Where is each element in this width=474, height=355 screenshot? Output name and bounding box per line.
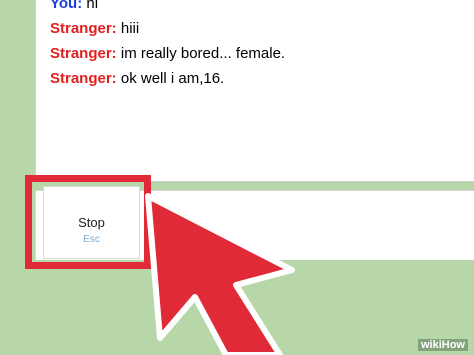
stop-shortcut-hint: Esc (83, 234, 100, 245)
message-speaker: Stranger: (50, 20, 117, 37)
stop-button[interactable]: Stop Esc (43, 186, 140, 259)
message-text: im really bored... female. (116, 45, 286, 62)
chat-message: You: hi (50, 0, 285, 16)
message-text: hiii (116, 20, 140, 37)
chat-message: Stranger: hiii (50, 16, 285, 41)
wikihow-watermark: wikiHow (417, 339, 468, 351)
message-text: ok well i am,16. (116, 70, 225, 87)
chat-message: Stranger: ok well i am,16. (50, 66, 285, 91)
stop-button-label: Stop (78, 215, 105, 230)
message-speaker: You: (50, 0, 83, 12)
message-speaker: Stranger: (50, 45, 117, 62)
chat-log: You: hi Stranger: hiii Stranger: im real… (50, 0, 285, 91)
chat-message: Stranger: im really bored... female. (50, 41, 285, 66)
message-speaker: Stranger: (50, 70, 117, 87)
chat-log-panel: You: hi Stranger: hiii Stranger: im real… (35, 0, 474, 182)
message-text: hi (82, 0, 99, 12)
